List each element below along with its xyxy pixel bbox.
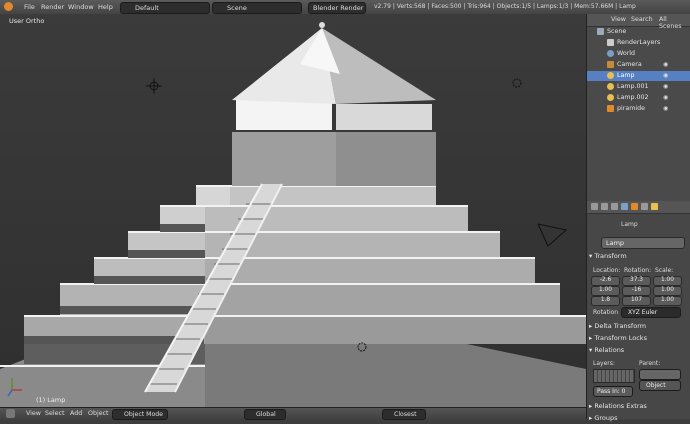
menu-render[interactable]: Render bbox=[41, 3, 64, 11]
object-name-field[interactable]: Lamp bbox=[601, 237, 685, 249]
location-x-field[interactable]: -2.6 bbox=[591, 276, 620, 286]
menu-help[interactable]: Help bbox=[98, 3, 113, 11]
location-z-field[interactable]: 1.8 bbox=[591, 296, 620, 306]
scene-tab-icon[interactable] bbox=[611, 203, 618, 210]
outliner-item-lamp[interactable]: Lamp ◉ bbox=[587, 71, 690, 81]
properties-breadcrumb: Lamp bbox=[621, 221, 638, 228]
object-tab-icon[interactable] bbox=[631, 203, 638, 210]
footer-select[interactable]: Select bbox=[45, 410, 64, 417]
renderlayers-icon bbox=[607, 39, 614, 46]
top-menu-bar: File Render Window Help Default Scene Bl… bbox=[0, 0, 690, 15]
parent-label: Parent: bbox=[639, 360, 661, 367]
scale-x-field[interactable]: 1.00 bbox=[653, 276, 682, 286]
layers-label: Layers: bbox=[593, 360, 615, 367]
outliner-item-scene[interactable]: Scene bbox=[587, 27, 690, 37]
scene-stats: v2.79 | Verts:568 | Faces:500 | Tris:964… bbox=[374, 3, 636, 10]
camera-icon bbox=[607, 61, 614, 68]
scale-y-field[interactable]: 1.00 bbox=[653, 286, 682, 296]
constraints-tab-icon[interactable] bbox=[641, 203, 648, 210]
scene-icon bbox=[597, 28, 604, 35]
lamp-icon bbox=[607, 94, 614, 101]
orientation-selector[interactable]: Global bbox=[244, 409, 286, 420]
orientation-value: Global bbox=[256, 411, 276, 418]
footer-object[interactable]: Object bbox=[88, 410, 109, 417]
outliner-item-camera[interactable]: Camera ◉ bbox=[587, 60, 690, 70]
render-tab-icon[interactable] bbox=[591, 203, 598, 210]
visibility-eye-icon[interactable]: ◉ bbox=[663, 72, 670, 79]
footer-add[interactable]: Add bbox=[70, 410, 82, 417]
outliner-item-lamp-002[interactable]: Lamp.002 ◉ bbox=[587, 93, 690, 103]
location-label: Location: bbox=[593, 267, 621, 274]
scale-label: Scale: bbox=[655, 267, 674, 274]
lamp-icon bbox=[607, 72, 614, 79]
viewport-active-object: (1) Lamp bbox=[36, 396, 66, 404]
render-engine-selector[interactable]: Blender Render bbox=[308, 2, 366, 14]
delta-transform-header[interactable]: ▸ Delta Transform bbox=[589, 322, 687, 332]
outliner-item-piramide[interactable]: piramide ◉ bbox=[587, 104, 690, 114]
outliner-panel: View Search All Scenes Scene RenderLayer… bbox=[586, 14, 690, 201]
transform-locks-header[interactable]: ▸ Transform Locks bbox=[589, 334, 687, 344]
snap-target-selector[interactable]: Closest bbox=[382, 409, 426, 420]
scale-z-field[interactable]: 1.00 bbox=[653, 296, 682, 306]
rotation-y-field[interactable]: -16 bbox=[622, 286, 651, 296]
lamp-icon bbox=[607, 83, 614, 90]
screen-layout-selector[interactable]: Default bbox=[120, 2, 210, 14]
rotation-mode-label: Rotation bbox=[593, 309, 619, 316]
data-tab-icon[interactable] bbox=[651, 203, 658, 210]
footer-view[interactable]: View bbox=[26, 410, 41, 417]
rotation-mode-selector[interactable]: XYZ Euler bbox=[621, 307, 681, 318]
parent-type-selector[interactable]: Object bbox=[639, 380, 681, 391]
rotation-x-field[interactable]: 37.3 bbox=[622, 276, 651, 286]
menu-file[interactable]: File bbox=[24, 3, 35, 11]
visibility-eye-icon[interactable]: ◉ bbox=[663, 83, 670, 90]
mesh-icon bbox=[607, 105, 614, 112]
viewport-scene bbox=[0, 14, 586, 407]
rotation-z-field[interactable]: 107 bbox=[622, 296, 651, 306]
outliner-header: View Search All Scenes bbox=[587, 14, 690, 30]
mode-value: Object Mode bbox=[124, 411, 163, 418]
viewport-header: View Select Add Object Object Mode Globa… bbox=[0, 407, 586, 420]
properties-tabs bbox=[587, 201, 690, 214]
blender-logo-icon[interactable] bbox=[4, 2, 13, 11]
relations-extras-header[interactable]: ▸ Relations Extras bbox=[589, 402, 687, 412]
visibility-eye-icon[interactable]: ◉ bbox=[663, 61, 670, 68]
transform-panel-header[interactable]: ▾ Transform bbox=[589, 252, 687, 262]
location-y-field[interactable]: 1.00 bbox=[591, 286, 620, 296]
editor-type-icon[interactable] bbox=[6, 409, 15, 418]
groups-header[interactable]: ▸ Groups bbox=[589, 414, 687, 424]
scene-value: Scene bbox=[227, 4, 247, 12]
properties-panel: Lamp Lamp ▾ Transform Location: Rotation… bbox=[586, 201, 690, 422]
selected-lamp-origin bbox=[319, 22, 325, 28]
screen-layout-value: Default bbox=[135, 4, 159, 12]
viewport-view-label: User Ortho bbox=[9, 17, 45, 25]
menu-window[interactable]: Window bbox=[68, 3, 94, 11]
relations-header[interactable]: ▾ Relations bbox=[589, 346, 687, 356]
render-engine-value: Blender Render bbox=[313, 4, 364, 12]
rotation-label: Rotation: bbox=[624, 267, 652, 274]
outliner-item-world[interactable]: World bbox=[587, 49, 690, 59]
visibility-eye-icon[interactable]: ◉ bbox=[663, 94, 670, 101]
outliner-tab-view[interactable]: View bbox=[611, 16, 626, 23]
visibility-eye-icon[interactable]: ◉ bbox=[663, 105, 670, 112]
scene-selector[interactable]: Scene bbox=[212, 2, 302, 14]
mode-selector[interactable]: Object Mode bbox=[112, 409, 168, 420]
world-icon bbox=[607, 50, 614, 57]
layers-tab-icon[interactable] bbox=[601, 203, 608, 210]
snap-target-value: Closest bbox=[394, 411, 417, 418]
world-tab-icon[interactable] bbox=[621, 203, 628, 210]
layers-grid[interactable] bbox=[593, 369, 635, 383]
outliner-tab-search[interactable]: Search bbox=[631, 16, 653, 23]
pass-index-field[interactable]: Pass In: 0 bbox=[593, 386, 633, 397]
outliner-item-lamp-001[interactable]: Lamp.001 ◉ bbox=[587, 82, 690, 92]
parent-object-field[interactable] bbox=[639, 369, 681, 380]
3d-viewport[interactable]: User Ortho (1) Lamp bbox=[0, 14, 586, 407]
outliner-item-renderlayers[interactable]: RenderLayers bbox=[587, 38, 690, 48]
